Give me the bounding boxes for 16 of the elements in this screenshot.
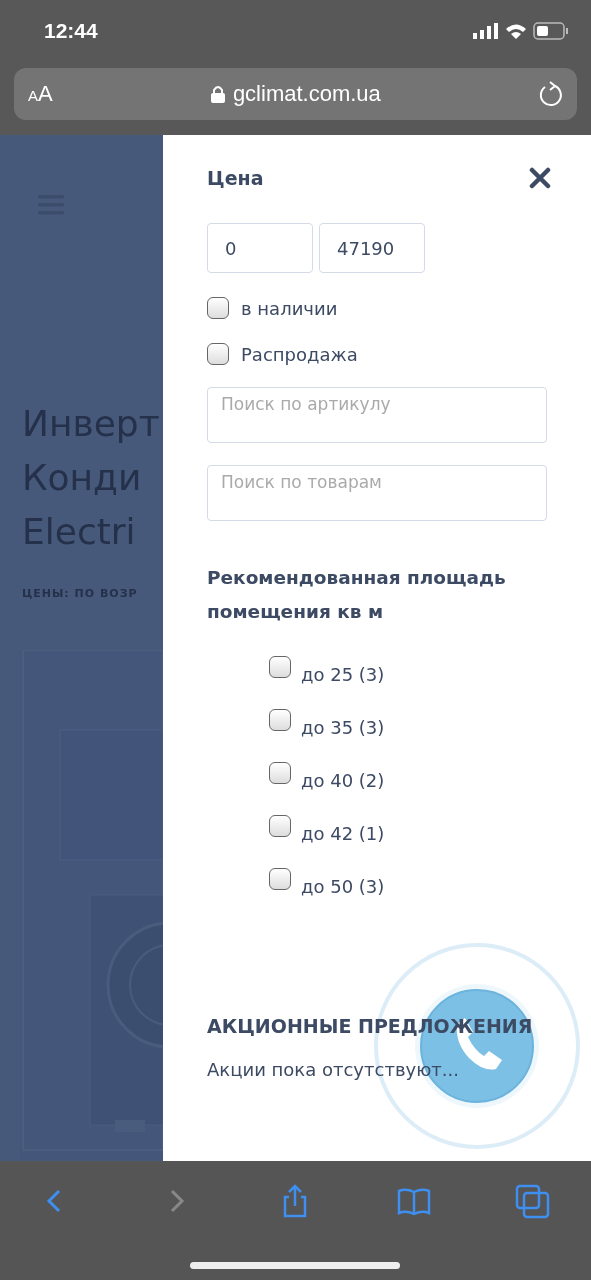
checkbox-label: до 35 (3) [301,716,385,738]
search-field[interactable]: Поиск по артикулу [207,387,547,443]
checkbox-label: до 40 (2) [301,769,385,791]
checkbox-label: до 25 (3) [301,663,385,685]
url-text[interactable]: gclimat.com.ua [232,81,381,107]
checkbox-label: Распродажа [241,343,358,365]
price-min-field[interactable]: 0 [207,223,313,273]
price-max-field[interactable]: 47190 [319,223,425,273]
section-title: Цена [207,167,264,189]
search-field[interactable]: Поиск по товарам [207,465,547,521]
section-title: Рекомендованная площадь помещения кв м [207,566,507,624]
checkbox-label: в наличии [241,297,338,319]
checkbox-label: до 42 (1) [301,822,385,844]
text-size-button[interactable]: AA [28,81,53,107]
checkbox-label: до 50 (3) [301,875,385,897]
clock: 12:44 [44,19,98,43]
